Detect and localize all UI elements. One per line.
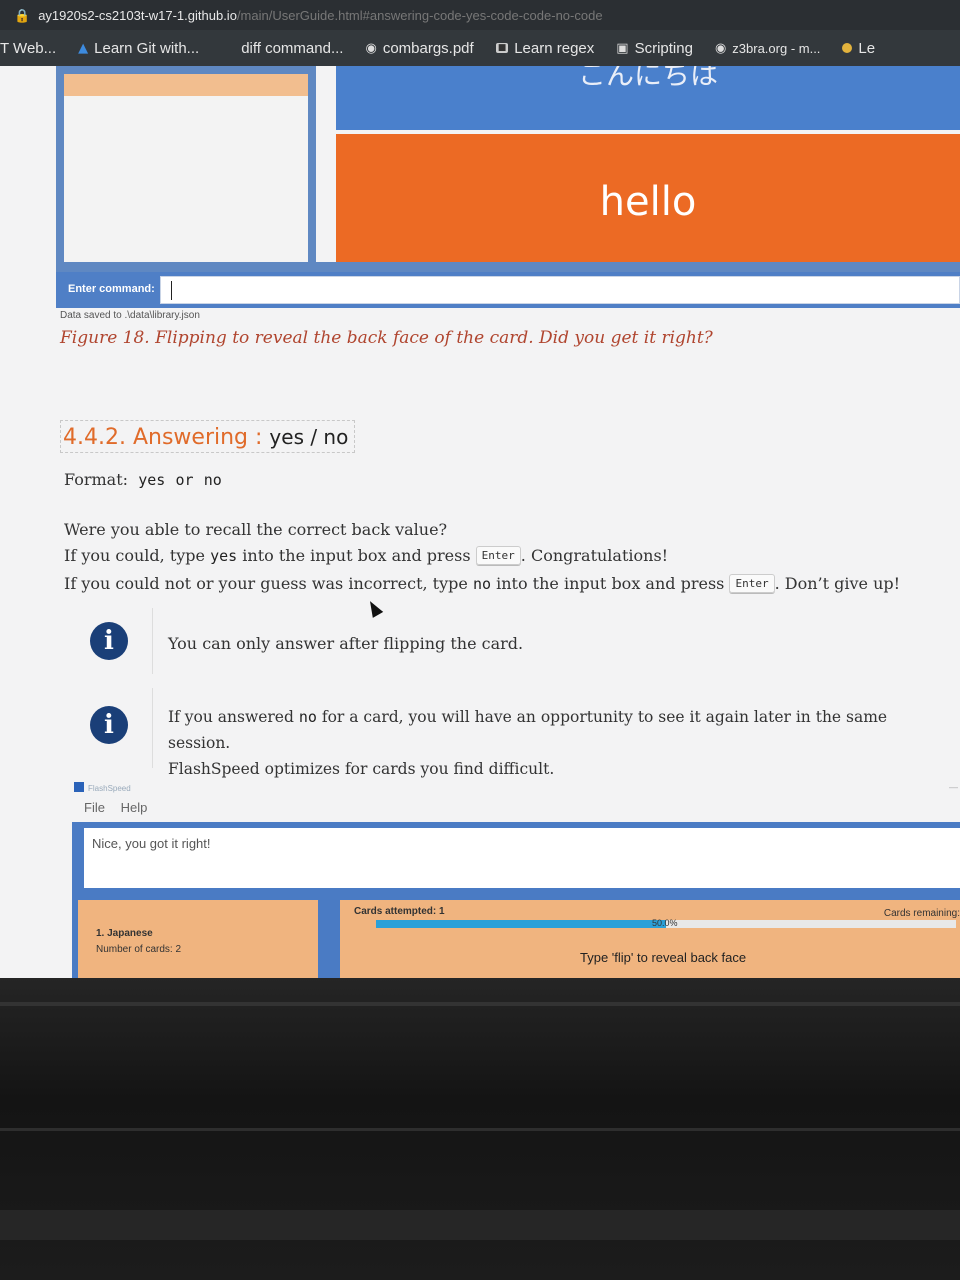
app-icon: ▣	[616, 40, 629, 56]
text-caret	[171, 281, 172, 300]
list-strip	[64, 74, 308, 96]
progress-fill	[376, 920, 666, 928]
enter-key: Enter	[729, 574, 775, 593]
url-path: /main/UserGuide.html#answering-code-yes-…	[236, 8, 603, 23]
app-title-text: FlashSpeed	[88, 784, 131, 793]
text: . Congratulations!	[520, 546, 669, 565]
command-input[interactable]	[160, 276, 960, 304]
bookmark-0[interactable]: T Web...	[0, 40, 56, 57]
code-yes: yes	[210, 547, 238, 565]
deck-count: Number of cards: 2	[96, 944, 182, 955]
panel-bg	[56, 262, 960, 272]
figure-caption: Figure 18. Flipping to reveal the back f…	[60, 328, 713, 348]
code-no: no	[472, 575, 491, 593]
section-heading[interactable]: 4.4.2. Answering : yes / no	[60, 420, 356, 453]
note-divider	[152, 608, 153, 674]
instruction-no: If you could not or your guess was incor…	[64, 574, 900, 593]
deck-list: 1. Japanese Number of cards: 2	[78, 900, 318, 978]
info-note-2: i If you answered no for a card, you wil…	[90, 684, 950, 778]
bookmark-4[interactable]: ■ Learn regex	[495, 39, 595, 57]
window-controls-icon[interactable]: —	[949, 782, 958, 792]
code-no: no	[298, 708, 317, 726]
text: If you could, type	[64, 546, 205, 565]
app-title: FlashSpeed	[74, 782, 131, 793]
lock-icon: 🔒	[14, 9, 31, 24]
bookmark-label: T Web...	[0, 39, 57, 57]
hint-text: Type 'flip' to reveal back face	[580, 950, 747, 965]
bookmark-6[interactable]: ◉ z3bra.org - m...	[715, 41, 820, 56]
figure-screenshot-top: こんにちは hello Enter command:	[56, 66, 960, 316]
format-line: Format: yes or no	[64, 470, 222, 489]
instruction-yes: If you could, type yes into the input bo…	[64, 546, 668, 565]
command-bar: Enter command:	[56, 272, 960, 308]
question-text: Were you able to recall the correct back…	[64, 520, 448, 539]
bookmarks-bar: T Web... ▲ Learn Git with... diff command…	[0, 30, 960, 66]
bookmark-label: Learn Git with...	[94, 39, 200, 57]
stats-panel: Cards attempted: 1 Cards remaining: 50.0…	[340, 900, 960, 978]
bezel-ridge	[0, 1128, 960, 1131]
heading-title: 4.4.2. Answering :	[63, 425, 263, 450]
bezel-ridge	[0, 1002, 960, 1006]
status-bar: Data saved to .\data\library.json	[60, 310, 200, 321]
figure-screenshot-app: FlashSpeed — File Help Nice, you got it …	[72, 776, 960, 978]
app-logo-icon	[74, 782, 84, 792]
page-content: こんにちは hello Enter command: Data saved to…	[0, 66, 960, 978]
note-text: You can only answer after flipping the c…	[168, 634, 524, 653]
note-divider	[152, 688, 153, 768]
bookmark-label: combargs.pdf	[382, 39, 474, 57]
cards-remaining: Cards remaining:	[883, 908, 960, 919]
dot-icon	[842, 43, 853, 53]
card-list-panel	[56, 66, 316, 262]
globe-icon: ◉	[714, 40, 727, 56]
url-bar[interactable]: 🔒 ay1920s2-cs2103t-w17-1.github.io/main/U…	[0, 0, 960, 30]
text: into the input box and press	[242, 546, 471, 565]
bookmark-3[interactable]: ◉ combargs.pdf	[365, 40, 473, 57]
bookmark-label: z3bra.org - m...	[732, 40, 821, 56]
bookmark-label: Scripting	[634, 39, 693, 57]
menu-file[interactable]: File	[84, 800, 105, 815]
square-icon: ■	[495, 43, 509, 53]
list-blank	[64, 96, 308, 262]
deck-name[interactable]: 1. Japanese	[96, 928, 153, 939]
progress-label: 50.0%	[652, 918, 678, 928]
enter-key: Enter	[475, 546, 521, 565]
code-no: no	[203, 471, 222, 489]
monitor-bezel	[0, 978, 960, 1280]
format-or: or	[175, 471, 194, 489]
text: into the input box and press	[496, 574, 725, 593]
info-icon: i	[90, 622, 128, 660]
bookmark-1[interactable]: ▲ Learn Git with...	[78, 40, 199, 57]
bookmark-7[interactable]: Le	[842, 40, 875, 57]
response-box: Nice, you got it right!	[84, 828, 960, 888]
bezel-ridge	[0, 1210, 960, 1240]
menu-bar: File Help	[84, 800, 159, 815]
info-note-1: i You can only answer after flipping the…	[90, 608, 950, 682]
text: If you answered	[168, 708, 294, 726]
cards-attempted: Cards attempted: 1	[354, 906, 445, 917]
globe-icon: ◉	[365, 40, 377, 56]
text: . Don’t give up!	[774, 574, 901, 593]
note-text: If you answered no for a card, you will …	[168, 704, 950, 782]
bookmark-2[interactable]: diff command...	[241, 40, 343, 57]
url-host: ay1920s2-cs2103t-w17-1.github.io	[38, 8, 237, 23]
bookmark-5[interactable]: ▣ Scripting	[616, 40, 693, 57]
code-yes: yes	[138, 471, 166, 489]
format-label: Format:	[64, 470, 129, 489]
text: If you could not or your guess was incor…	[64, 574, 468, 593]
card-front-partial: こんにちは	[336, 66, 960, 130]
bookmark-label: Le	[858, 39, 876, 57]
menu-help[interactable]: Help	[121, 800, 148, 815]
triangle-icon: ▲	[78, 40, 89, 56]
mouse-cursor-icon	[364, 598, 384, 618]
info-icon: i	[90, 706, 128, 744]
command-label: Enter command:	[68, 283, 155, 295]
card-back: hello	[336, 134, 960, 270]
bookmark-label: Learn regex	[514, 39, 595, 57]
heading-code: yes / no	[269, 425, 349, 449]
bookmark-label: diff command...	[241, 39, 344, 57]
